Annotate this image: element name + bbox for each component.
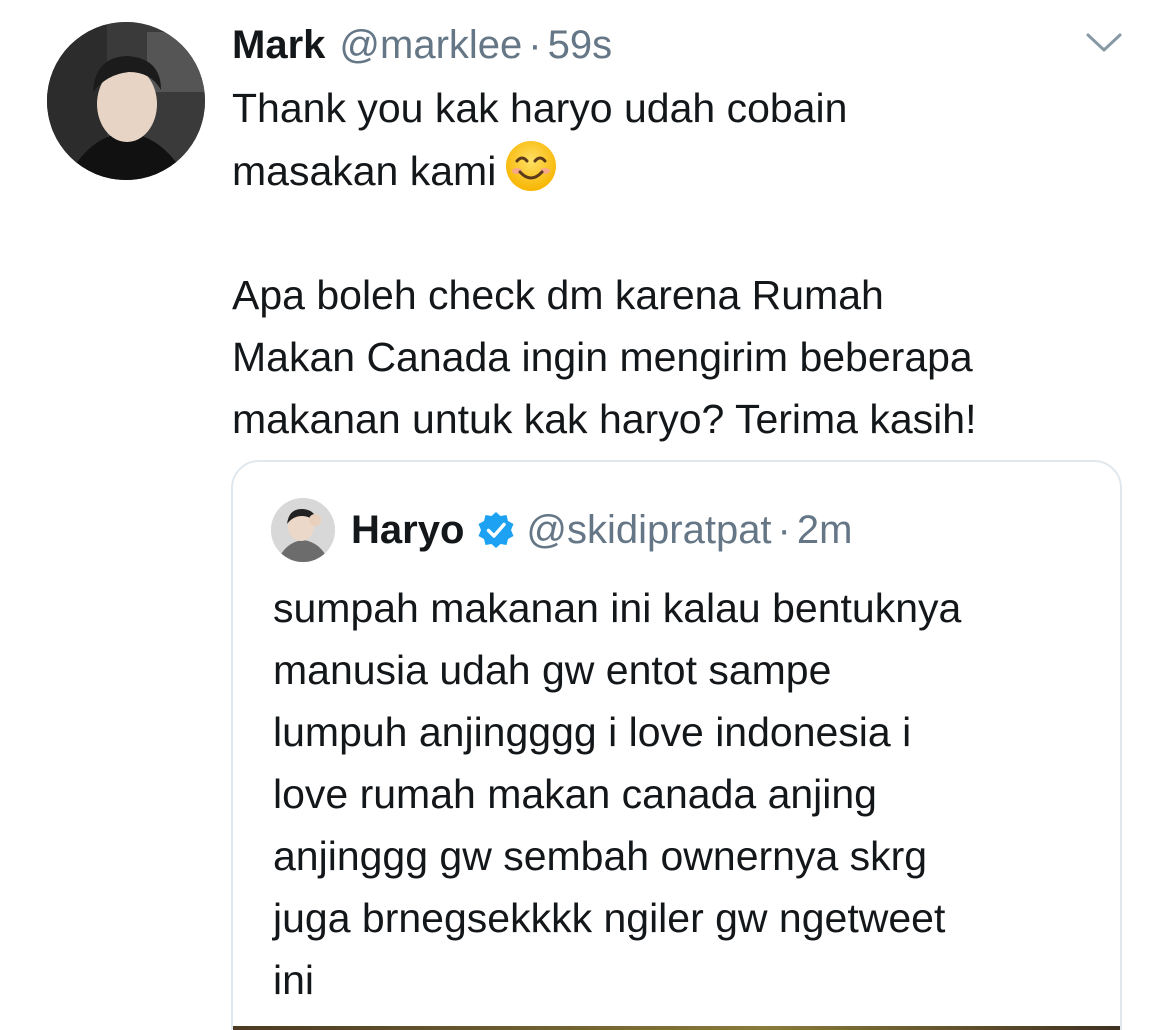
- tweet-timestamp[interactable]: 59s: [548, 20, 613, 70]
- verified-badge-icon: [476, 510, 516, 550]
- tweet-text-line: Makan Canada ingin mengirim beberapa: [232, 334, 973, 380]
- tweet-text-fragment: masakan kami: [232, 148, 497, 194]
- tweet-text-line: masakan kami: [232, 139, 1132, 202]
- separator-dot: ·: [528, 23, 542, 67]
- quoted-text-line: love rumah makan canada anjing: [273, 771, 877, 817]
- quoted-author-name: Haryo: [351, 507, 465, 552]
- quoted-text-line: ini: [273, 957, 315, 1003]
- quoted-tweet-header: Haryo @skidipratpat · 2m: [271, 498, 852, 562]
- tweet-text: Thank you kak haryo udah cobain masakan …: [232, 77, 1132, 450]
- quoted-tweet-media[interactable]: [233, 1026, 1120, 1030]
- tweet-text-line: Apa boleh check dm karena Rumah: [232, 272, 884, 318]
- quoted-author-avatar: [271, 498, 335, 562]
- quoted-text-line: anjinggg gw sembah ownernya skrg: [273, 833, 928, 879]
- quoted-text-line: manusia udah gw entot sampe: [273, 647, 832, 693]
- quoted-tweet-text: sumpah makanan ini kalau bentuknya manus…: [273, 577, 1093, 1011]
- tweet-header: Mark @marklee · 59s: [232, 20, 1132, 70]
- tweet[interactable]: Mark @marklee · 59s Thank you kak haryo …: [0, 0, 1170, 1030]
- tweet-text-line: Thank you kak haryo udah cobain: [232, 85, 848, 131]
- quoted-text-line: lumpuh anjingggg i love indonesia i: [273, 709, 912, 755]
- author-avatar[interactable]: [47, 22, 205, 180]
- tweet-text-line: makanan untuk kak haryo? Terima kasih!: [232, 396, 977, 442]
- quoted-author-handle: @skidipratpat: [526, 507, 772, 552]
- quoted-text-line: sumpah makanan ini kalau bentuknya: [273, 585, 962, 631]
- tweet-content: Mark @marklee · 59s Thank you kak haryo …: [232, 20, 1132, 450]
- author-name[interactable]: Mark: [232, 20, 325, 70]
- smiling-face-emoji-icon: [504, 139, 558, 193]
- quoted-text-line: juga brnegsekkkk ngiler gw ngetweet: [273, 895, 946, 941]
- separator-dot: ·: [777, 507, 791, 552]
- quoted-tweet-timestamp: 2m: [796, 507, 853, 552]
- chevron-down-icon[interactable]: [1084, 30, 1124, 56]
- author-handle[interactable]: @marklee: [339, 20, 522, 70]
- quoted-tweet[interactable]: Haryo @skidipratpat · 2m sumpah makanan …: [231, 460, 1122, 1030]
